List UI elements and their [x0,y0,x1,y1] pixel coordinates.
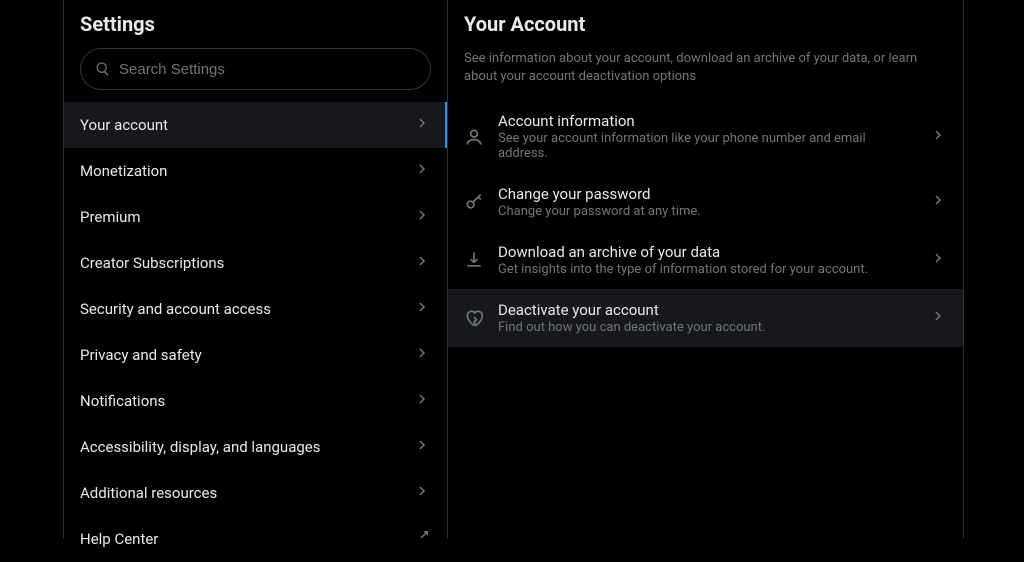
settings-header: Settings [64,0,447,40]
nav-item-accessibility-display-and-languages[interactable]: Accessibility, display, and languages [64,424,447,470]
option-text: Change your passwordChange your password… [498,185,915,219]
chevron-right-icon [929,249,947,271]
option-title: Account information [498,112,915,130]
nav-item-notifications[interactable]: Notifications [64,378,447,424]
nav-item-label: Monetization [80,162,167,180]
chevron-right-icon [929,126,947,148]
detail-description: See information about your account, down… [448,40,963,100]
download-icon [464,250,484,270]
user-icon [464,127,484,147]
key-icon [464,192,484,212]
nav-item-privacy-and-safety[interactable]: Privacy and safety [64,332,447,378]
nav-item-additional-resources[interactable]: Additional resources [64,470,447,516]
detail-column: Your Account See information about your … [448,0,964,538]
option-title: Deactivate your account [498,301,915,319]
nav-item-label: Help Center [80,530,158,548]
option-subtitle: Find out how you can deactivate your acc… [498,320,915,335]
settings-column: Settings Your account Monetization Premium… [64,0,448,538]
left-gutter [0,0,64,538]
option-account-information[interactable]: Account informationSee your account info… [448,100,963,173]
nav-item-security-and-account-access[interactable]: Security and account access [64,286,447,332]
option-text: Account informationSee your account info… [498,112,915,161]
nav-item-premium[interactable]: Premium [64,194,447,240]
search-input[interactable] [119,61,416,78]
nav-item-label: Additional resources [80,484,217,502]
chevron-right-icon [929,307,947,329]
detail-header: Your Account [448,0,963,40]
nav-item-your-account[interactable]: Your account [64,102,447,148]
option-change-your-password[interactable]: Change your passwordChange your password… [448,173,963,231]
option-subtitle: Get insights into the type of informatio… [498,262,915,277]
search-container [64,40,447,102]
nav-item-label: Creator Subscriptions [80,254,224,272]
nav-item-label: Security and account access [80,300,271,318]
detail-option-list: Account informationSee your account info… [448,100,963,347]
chevron-right-icon [413,344,431,366]
detail-title: Your Account [464,12,947,36]
option-subtitle: See your account information like your p… [498,131,915,161]
nav-item-label: Your account [80,116,168,134]
option-text: Download an archive of your dataGet insi… [498,243,915,277]
settings-title: Settings [80,12,431,36]
search-box[interactable] [80,48,431,90]
nav-item-label: Accessibility, display, and languages [80,438,320,456]
option-subtitle: Change your password at any time. [498,204,915,219]
nav-item-label: Notifications [80,392,165,410]
chevron-right-icon [413,298,431,320]
heart-broken-icon [464,308,484,328]
chevron-right-icon [929,191,947,213]
chevron-right-icon [413,436,431,458]
option-title: Change your password [498,185,915,203]
search-icon [95,61,111,77]
nav-item-label: Premium [80,208,141,226]
option-deactivate-your-account[interactable]: Deactivate your accountFind out how you … [448,289,963,347]
external-link-icon [413,528,431,550]
nav-item-label: Privacy and safety [80,346,202,364]
chevron-right-icon [413,252,431,274]
chevron-right-icon [413,390,431,412]
nav-item-monetization[interactable]: Monetization [64,148,447,194]
chevron-right-icon [413,206,431,228]
option-text: Deactivate your accountFind out how you … [498,301,915,335]
right-gutter [964,0,1024,538]
chevron-right-icon [413,114,431,136]
settings-nav-list: Your account Monetization Premium Creator S… [64,102,447,562]
option-title: Download an archive of your data [498,243,915,261]
option-download-an-archive-of-your-data[interactable]: Download an archive of your dataGet insi… [448,231,963,289]
nav-item-creator-subscriptions[interactable]: Creator Subscriptions [64,240,447,286]
chevron-right-icon [413,160,431,182]
nav-item-help-center[interactable]: Help Center [64,516,447,562]
chevron-right-icon [413,482,431,504]
